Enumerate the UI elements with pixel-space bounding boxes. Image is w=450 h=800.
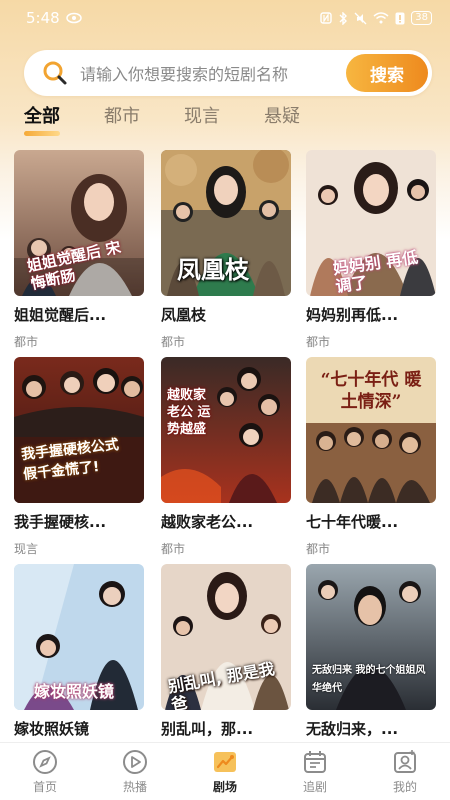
calendar-icon bbox=[304, 751, 326, 773]
drama-poster[interactable]: “七十年代 暖土情深” bbox=[306, 357, 436, 503]
drama-card[interactable]: 凤凰枝 凤凰枝 都市 bbox=[161, 150, 291, 350]
tab-label: 现言 bbox=[184, 106, 220, 127]
poster-title-art: 越败家 老公 运势越盛 bbox=[167, 388, 211, 437]
drama-title[interactable]: 妈妈别再低... bbox=[306, 304, 436, 325]
drama-poster[interactable]: 嫁妆照妖镜 bbox=[14, 564, 144, 710]
drama-poster[interactable]: 别乱叫, 那是我爸 bbox=[161, 564, 291, 710]
status-time: 5:48 bbox=[26, 9, 60, 27]
nav-follow[interactable]: 追剧 bbox=[280, 748, 350, 795]
drama-card[interactable]: 越败家 老公 运势越盛 越败家老公... 都市 bbox=[161, 357, 291, 557]
drama-genre: 都市 bbox=[161, 542, 186, 556]
mute-icon bbox=[354, 12, 367, 24]
nav-label: 热播 bbox=[122, 780, 147, 794]
drama-card[interactable]: 嫁妆照妖镜 嫁妆照妖镜 bbox=[14, 564, 144, 739]
drama-genre: 都市 bbox=[161, 335, 186, 349]
drama-card[interactable]: 妈妈别 再低调了 妈妈别再低... 都市 bbox=[306, 150, 436, 350]
drama-poster[interactable]: 无敌归来 我的七个姐姐风华绝代 bbox=[306, 564, 436, 710]
drama-title[interactable]: 七十年代暖... bbox=[306, 511, 436, 532]
drama-title[interactable]: 姐姐觉醒后... bbox=[14, 304, 144, 325]
alert-icon bbox=[395, 12, 405, 24]
drama-card[interactable]: 姐姐觉醒后 宋悔断肠 姐姐觉醒后... 都市 bbox=[14, 150, 144, 350]
poster-title-art: 凤凰枝 bbox=[177, 255, 249, 284]
bottom-nav: 首页 热播 剧场 追剧 我的 bbox=[0, 742, 450, 800]
profile-icon bbox=[394, 750, 416, 773]
drama-card[interactable]: 无敌归来 我的七个姐姐风华绝代 无敌归来，... bbox=[306, 564, 436, 739]
drama-card[interactable]: “七十年代 暖土情深” 七十年代暖... 都市 bbox=[306, 357, 436, 557]
search-button[interactable]: 搜索 bbox=[346, 54, 428, 92]
drama-title[interactable]: 嫁妆照妖镜 bbox=[14, 718, 144, 739]
tab-urban[interactable]: 都市 bbox=[104, 104, 140, 136]
drama-card[interactable]: 别乱叫, 那是我爸 别乱叫，那... bbox=[161, 564, 291, 739]
nav-label: 首页 bbox=[32, 780, 57, 794]
drama-title[interactable]: 无敌归来，... bbox=[306, 718, 436, 739]
nav-label: 我的 bbox=[392, 780, 417, 794]
tab-mystery[interactable]: 悬疑 bbox=[264, 104, 300, 136]
tab-label: 都市 bbox=[104, 106, 140, 127]
search-icon bbox=[43, 61, 67, 85]
nav-hot[interactable]: 热播 bbox=[100, 748, 170, 795]
drama-poster[interactable]: 越败家 老公 运势越盛 bbox=[161, 357, 291, 503]
nav-label: 追剧 bbox=[302, 780, 327, 794]
drama-genre: 都市 bbox=[14, 335, 39, 349]
bluetooth-icon bbox=[339, 11, 348, 25]
battery-indicator: 38 bbox=[411, 11, 432, 25]
category-tabs: 全部 都市 现言 悬疑 bbox=[24, 104, 344, 136]
nav-home[interactable]: 首页 bbox=[10, 748, 80, 795]
drama-title[interactable]: 别乱叫，那... bbox=[161, 718, 291, 739]
tab-label: 全部 bbox=[24, 106, 60, 127]
drama-poster[interactable]: 我手握硬核公式 假千金慌了! bbox=[14, 357, 144, 503]
theater-icon bbox=[214, 752, 236, 772]
drama-poster[interactable]: 妈妈别 再低调了 bbox=[306, 150, 436, 296]
nav-label: 剧场 bbox=[212, 780, 237, 794]
drama-poster[interactable]: 凤凰枝 bbox=[161, 150, 291, 296]
drama-title[interactable]: 越败家老公... bbox=[161, 511, 291, 532]
tab-all[interactable]: 全部 bbox=[24, 104, 60, 136]
search-input[interactable]: 请输入你想要搜索的短剧名称 bbox=[80, 61, 346, 85]
eye-icon bbox=[65, 12, 82, 24]
compass-icon bbox=[33, 750, 57, 774]
play-icon bbox=[123, 750, 147, 774]
drama-title[interactable]: 我手握硬核... bbox=[14, 511, 144, 532]
drama-genre: 现言 bbox=[14, 542, 39, 556]
tab-label: 悬疑 bbox=[264, 106, 300, 127]
drama-genre: 都市 bbox=[306, 542, 331, 556]
wifi-icon bbox=[373, 12, 389, 24]
poster-title-art: 无敌归来 我的七个姐姐风华绝代 bbox=[312, 665, 426, 694]
poster-title-art: “七十年代 暖土情深” bbox=[320, 370, 422, 412]
nav-theater[interactable]: 剧场 bbox=[190, 748, 260, 795]
nav-profile[interactable]: 我的 bbox=[370, 748, 440, 795]
drama-genre: 都市 bbox=[306, 335, 331, 349]
drama-card[interactable]: 我手握硬核公式 假千金慌了! 我手握硬核... 现言 bbox=[14, 357, 144, 557]
drama-poster[interactable]: 姐姐觉醒后 宋悔断肠 bbox=[14, 150, 144, 296]
tab-romance[interactable]: 现言 bbox=[184, 104, 220, 136]
status-bar: 5:48 38 bbox=[0, 0, 450, 36]
search-bar[interactable]: 请输入你想要搜索的短剧名称 搜索 bbox=[24, 50, 432, 96]
poster-title-art: 嫁妆照妖镜 bbox=[34, 682, 115, 701]
tab-active-indicator bbox=[24, 131, 60, 136]
drama-title[interactable]: 凤凰枝 bbox=[161, 304, 291, 325]
nfc-icon bbox=[320, 12, 332, 24]
